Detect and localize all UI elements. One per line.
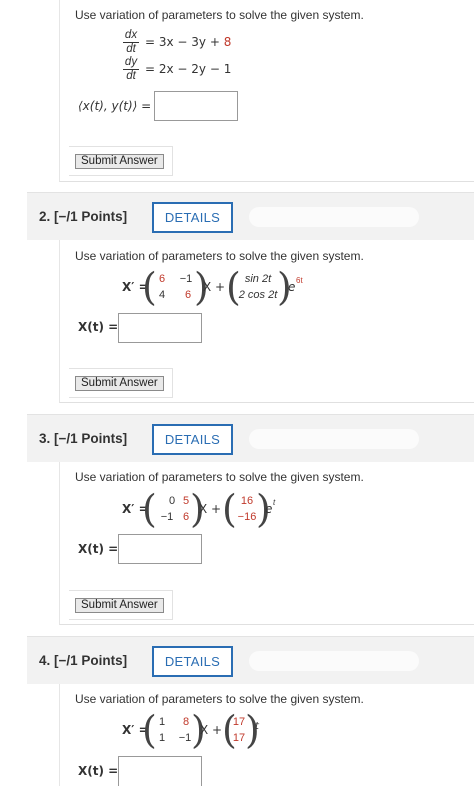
equation-2-rhs: = 2x − 2y − 1: [145, 62, 232, 76]
q2-f1: sin 2t: [244, 273, 272, 285]
q3-m21: −1: [160, 511, 174, 523]
q2-exponent: 6t: [296, 276, 303, 285]
q2-m12: −1: [179, 273, 193, 285]
question-3-prompt: Use variation of parameters to solve the…: [75, 470, 364, 484]
question-3-header: 3. [−/1 Points] DETAILS: [27, 414, 474, 462]
question-3-number: 3. [−/1 Points]: [39, 431, 128, 446]
dx-dt-fraction: dx dt: [123, 29, 139, 55]
q2-m21: 4: [158, 289, 166, 301]
submit-area-q1: Submit Answer: [69, 146, 173, 176]
q3-matrix-left-paren: (: [142, 487, 157, 531]
q2-xplus: X +: [203, 280, 226, 294]
question-2-number: 2. [−/1 Points]: [39, 209, 128, 224]
answer-input-q3[interactable]: [118, 534, 202, 564]
q3-exponent: t: [273, 498, 276, 507]
redacted-area: [249, 429, 419, 449]
submit-answer-button-q3[interactable]: Submit Answer: [75, 598, 164, 613]
details-button-q2[interactable]: DETAILS: [152, 202, 233, 233]
redacted-area: [249, 207, 419, 227]
q3-xplus: X +: [199, 502, 222, 516]
question-4-prompt: Use variation of parameters to solve the…: [75, 692, 364, 706]
question-2-header: 2. [−/1 Points] DETAILS: [27, 192, 474, 240]
answer-input-q2[interactable]: [118, 313, 202, 343]
answer-label-xy: ⟨x(t), y(t)⟩ =: [78, 99, 152, 113]
question-4-header: 4. [−/1 Points] DETAILS: [27, 636, 474, 684]
q3-exponential: e: [265, 502, 273, 516]
question-1-prompt: Use variation of parameters to solve the…: [75, 8, 364, 22]
question-2-prompt: Use variation of parameters to solve the…: [75, 249, 364, 263]
dy-dt-fraction: dy dt: [123, 56, 139, 82]
equation-1-rhs: = 3x − 3y + 8: [145, 35, 232, 49]
submit-answer-button-q1[interactable]: Submit Answer: [75, 154, 164, 169]
answer-label-q4: X(t) =: [78, 764, 119, 778]
q2-f2: 2 cos 2t: [238, 289, 278, 301]
answer-label-q3: X(t) =: [78, 542, 119, 556]
q4-xplus: X +: [200, 723, 223, 737]
details-button-q3[interactable]: DETAILS: [152, 424, 233, 455]
redacted-area: [249, 651, 419, 671]
submit-area-q2: Submit Answer: [69, 368, 173, 398]
answer-label-q2: X(t) =: [78, 320, 119, 334]
submit-area-q3: Submit Answer: [69, 590, 173, 620]
submit-answer-button-q2[interactable]: Submit Answer: [75, 376, 164, 391]
q4-m21: 1: [158, 732, 166, 744]
answer-input-q1[interactable]: [154, 91, 238, 121]
details-button-q4[interactable]: DETAILS: [152, 646, 233, 677]
q4-m11: 1: [158, 716, 166, 728]
q2-m11: 6: [158, 273, 166, 285]
q4-t-suffix: t: [255, 721, 259, 732]
answer-input-q4[interactable]: [118, 756, 202, 786]
q2-exponential: e: [288, 280, 296, 294]
question-4-number: 4. [−/1 Points]: [39, 653, 128, 668]
